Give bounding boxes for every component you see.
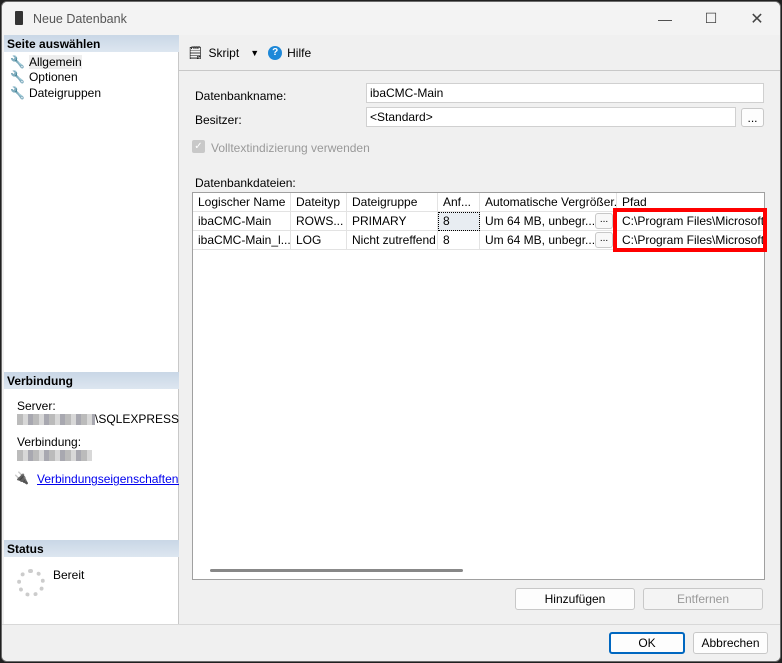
connection-label: Verbindung: xyxy=(17,435,82,449)
main-pane: 🗒 Skript ▼ ? Hilfe Datenbankname: ibaCMC… xyxy=(179,35,780,624)
close-button[interactable]: ✕ xyxy=(734,2,780,35)
cell-filegroup[interactable]: PRIMARY xyxy=(347,212,438,231)
connection-properties-link[interactable]: Verbindungseigenschaften anzeigen xyxy=(37,472,179,486)
autogrowth-browse-button[interactable]: ... xyxy=(595,213,613,229)
server-label: Server: xyxy=(17,399,56,413)
status-header: Status xyxy=(4,540,179,557)
help-icon: ? xyxy=(268,45,283,60)
files-label: Datenbankdateien: xyxy=(195,176,296,190)
connection-header: Verbindung xyxy=(4,372,179,389)
cell-filegroup[interactable]: Nicht zutreffend xyxy=(347,231,438,250)
script-dropdown-chevron-icon[interactable]: ▼ xyxy=(250,48,259,58)
cell-logical-name[interactable]: ibaCMC-Main xyxy=(193,212,291,231)
cell-file-type[interactable]: ROWS... xyxy=(291,212,347,231)
path-highlight-box xyxy=(613,208,767,252)
nav-item-optionen[interactable]: 🔧 Optionen xyxy=(10,69,78,84)
dialog-window: Neue Datenbank — ☐ ✕ Seite auswählen 🔧 Al… xyxy=(1,1,781,662)
nav-item-dateigruppen[interactable]: 🔧 Dateigruppen xyxy=(10,85,101,100)
cell-autogrowth[interactable]: Um 64 MB, unbegr...... xyxy=(480,231,617,250)
cancel-button[interactable]: Abbrechen xyxy=(693,632,768,654)
window-title: Neue Datenbank xyxy=(33,12,127,26)
owner-input[interactable]: <Standard> xyxy=(366,107,736,127)
select-page-header: Seite auswählen xyxy=(4,35,179,52)
server-icon xyxy=(15,11,23,25)
owner-browse-button[interactable]: ... xyxy=(741,108,764,127)
fulltext-checkbox[interactable]: ✓ xyxy=(192,140,205,153)
wrench-icon: 🔧 xyxy=(10,54,25,69)
autogrowth-browse-button[interactable]: ... xyxy=(595,232,613,248)
wrench-icon: 🔧 xyxy=(10,85,25,100)
toolbar: 🗒 Skript ▼ ? Hilfe xyxy=(179,35,780,71)
column-header[interactable]: Automatische Vergrößer... xyxy=(480,193,617,212)
script-icon: 🗒 xyxy=(187,44,204,60)
horizontal-scrollbar[interactable] xyxy=(210,569,463,572)
script-button[interactable]: Skript xyxy=(209,46,240,60)
dbname-input[interactable]: ibaCMC-Main xyxy=(366,83,764,103)
cell-autogrowth[interactable]: Um 64 MB, unbegr...... xyxy=(480,212,617,231)
column-header[interactable]: Dateityp xyxy=(291,193,347,212)
cell-file-type[interactable]: LOG xyxy=(291,231,347,250)
column-header[interactable]: Dateigruppe xyxy=(347,193,438,212)
progress-spinner-icon xyxy=(17,569,45,597)
status-value: Bereit xyxy=(53,568,85,582)
connection-value-redacted xyxy=(17,450,92,461)
nav-item-allgemein[interactable]: 🔧 Allgemein xyxy=(10,54,82,69)
owner-label: Besitzer: xyxy=(195,113,242,127)
plug-icon: 🔌 xyxy=(14,471,29,485)
fulltext-label: Volltextindizierung verwenden xyxy=(211,141,370,155)
title-bar: Neue Datenbank — ☐ ✕ xyxy=(2,2,780,35)
general-page: Datenbankname: ibaCMC-Main Besitzer: <St… xyxy=(179,72,780,624)
ok-button[interactable]: OK xyxy=(609,632,685,654)
cell-initial-size[interactable]: 8 xyxy=(438,231,480,250)
cell-logical-name[interactable]: ibaCMC-Main_l... xyxy=(193,231,291,250)
cell-initial-size[interactable]: 8 xyxy=(438,212,480,231)
dialog-footer: OK Abbrechen xyxy=(2,624,780,661)
left-pane: Seite auswählen 🔧 Allgemein 🔧 Optionen 🔧 Da… xyxy=(4,35,179,624)
add-button[interactable]: Hinzufügen xyxy=(515,588,635,610)
help-button[interactable]: Hilfe xyxy=(287,46,311,60)
column-header[interactable]: Anf... xyxy=(438,193,480,212)
column-header[interactable]: Logischer Name xyxy=(193,193,291,212)
maximize-button[interactable]: ☐ xyxy=(688,2,734,35)
wrench-icon: 🔧 xyxy=(10,69,25,84)
server-value: \SQLEXPRESS xyxy=(17,412,179,426)
database-files-grid: Logischer Name Dateityp Dateigruppe Anf.… xyxy=(192,192,767,580)
dbname-label: Datenbankname: xyxy=(195,89,287,103)
minimize-button[interactable]: — xyxy=(642,2,688,35)
remove-button[interactable]: Entfernen xyxy=(643,588,763,610)
